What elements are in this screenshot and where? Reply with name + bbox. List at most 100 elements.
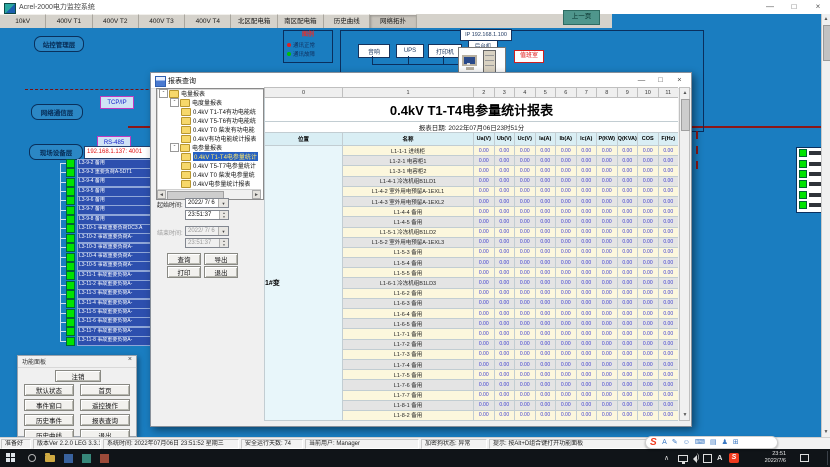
function-panel-close-icon[interactable]: × (128, 356, 132, 363)
folder-icon (181, 153, 191, 161)
function-panel-titlebar[interactable]: 功能面板 × (18, 356, 136, 368)
tree-expand-icon[interactable] (170, 143, 179, 152)
tree-item[interactable]: 0.4kV电参量统计报表 (157, 179, 261, 188)
value-cell: 0.00 (474, 329, 495, 339)
tray-volume-icon[interactable] (693, 455, 697, 463)
start-time-spinner[interactable]: 23:51:37 (185, 210, 229, 220)
pen-icon[interactable]: ✎ (672, 437, 678, 448)
device-status-indicator (66, 243, 75, 252)
tab-400V T4[interactable]: 400V T4 (185, 14, 231, 28)
tab-网络拓扑[interactable]: 网络拓扑 (370, 14, 416, 28)
tab-400V T2[interactable]: 400V T2 (93, 14, 139, 28)
tray-network-icon[interactable] (678, 455, 688, 462)
value-cell: 0.00 (494, 309, 515, 319)
value-cell: 0.00 (617, 380, 638, 390)
tree-item-label: 0.4kV T1-T4电参量统计 (193, 152, 258, 161)
row-name: L1-8-1 备用 (343, 400, 474, 410)
taskbar-search-icon[interactable] (26, 452, 38, 464)
spin-down-icon[interactable] (219, 215, 228, 219)
start-button[interactable] (6, 453, 16, 463)
panel-button-报表查询[interactable]: 报表查询 (80, 414, 130, 426)
dialog-close-button[interactable]: × (670, 73, 689, 88)
show-desktop-button[interactable] (827, 451, 828, 465)
tab-400V T3[interactable]: 400V T3 (139, 14, 185, 28)
tray-ime-indicator[interactable]: A (717, 453, 722, 462)
tray-chevron-icon[interactable]: ∧ (664, 454, 669, 463)
logout-button[interactable]: 注销 (55, 370, 101, 382)
skin-icon[interactable]: ▤ (710, 437, 717, 448)
tab-10kV[interactable]: 10kV (0, 14, 46, 28)
dropdown-icon[interactable] (218, 199, 228, 207)
scroll-down-icon[interactable] (681, 410, 689, 420)
column-number: 7 (576, 88, 597, 98)
tree-item[interactable]: 0.4kV T5-T6有功电能统 (157, 116, 261, 125)
taskbar-file-explorer-icon[interactable] (44, 452, 56, 464)
emoji-icon[interactable]: ☺ (683, 437, 690, 448)
panel-button-事件窗口[interactable]: 事件窗口 (24, 399, 74, 411)
query-button[interactable]: 查询 (167, 253, 201, 265)
scroll-thumb[interactable] (681, 99, 690, 131)
taskbar-app-icon[interactable] (98, 452, 110, 464)
row-name: L1-4-1 冷冻机组B1LD1 (343, 176, 474, 186)
panel-button-历史事件[interactable]: 历史事件 (24, 414, 74, 426)
value-cell: 0.00 (515, 196, 536, 206)
sogou-toolbar[interactable]: S A ✎ ☺ ⌨ ▤ ♟ ⊞ (645, 436, 778, 449)
tree-item[interactable]: 电参量报表 (157, 143, 261, 152)
tree-item[interactable]: 电量报表 (157, 89, 261, 98)
start-date-picker[interactable]: 2022/ 7/ 6 (185, 198, 229, 208)
table-scrollbar[interactable] (679, 87, 690, 421)
minimize-button[interactable]: — (758, 0, 782, 14)
value-cell: 0.00 (494, 288, 515, 298)
function-panel: 功能面板 × 注销 默认状态首页事件窗口遥控操作历史事件报表查询历史曲线退出 (17, 355, 137, 437)
end-date-picker[interactable]: 2022/ 7/ 6 (185, 226, 229, 236)
keyboard-icon[interactable]: ⌨ (695, 437, 705, 448)
dialog-minimize-button[interactable]: — (632, 73, 651, 88)
value-cell: 0.00 (535, 400, 556, 410)
scroll-down-icon[interactable] (822, 427, 830, 437)
value-cell: 0.00 (617, 176, 638, 186)
tab-南区配电箱[interactable]: 南区配电箱 (278, 14, 324, 28)
panel-button-遥控操作[interactable]: 遥控操作 (80, 399, 130, 411)
maximize-button[interactable]: □ (782, 0, 806, 14)
ime-letter-icon[interactable]: A (662, 437, 667, 448)
tray-notification-icon[interactable] (800, 454, 809, 462)
tray-language-icon[interactable] (703, 454, 712, 463)
taskbar-app-icon[interactable] (62, 452, 74, 464)
prev-page-button[interactable]: 上一页 (563, 10, 600, 25)
toolbox-icon[interactable]: ⊞ (733, 437, 739, 448)
panel-button-首页[interactable]: 首页 (80, 384, 130, 396)
panel-button-默认状态[interactable]: 默认状态 (24, 384, 74, 396)
scroll-right-icon[interactable] (252, 190, 261, 199)
tree-item[interactable]: 0.4kV T0 柴发电参量统 (157, 170, 261, 179)
tree-item[interactable]: 0.4kV T0 柴发有功电能 (157, 125, 261, 134)
tab-400V T1[interactable]: 400V T1 (46, 14, 92, 28)
tab-历史曲线[interactable]: 历史曲线 (324, 14, 370, 28)
export-button[interactable]: 导出 (204, 253, 238, 265)
scroll-up-icon[interactable] (681, 88, 689, 98)
end-time-spinner[interactable]: 23:51:37 (185, 238, 229, 248)
print-button[interactable]: 打印 (167, 266, 201, 278)
tray-clock[interactable]: 23:51 2022/7/6 (746, 451, 786, 465)
tree-expand-icon[interactable] (159, 89, 168, 98)
tree-item[interactable]: 0.4kV T1-T4有功电能统 (157, 107, 261, 116)
tab-北区配电箱[interactable]: 北区配电箱 (231, 14, 277, 28)
tree-item[interactable]: 0.4kV T1-T4电参量统计 (157, 152, 261, 161)
scroll-left-icon[interactable] (157, 190, 166, 199)
sogou-logo-icon[interactable]: S (650, 437, 657, 448)
value-cell: 0.00 (494, 380, 515, 390)
scroll-up-icon[interactable] (822, 14, 830, 24)
tray-sogou-icon[interactable]: S (729, 453, 739, 463)
tree-item[interactable]: 电度量报表 (157, 98, 261, 107)
device-status-indicator (799, 191, 807, 199)
taskbar-app-icon[interactable] (80, 452, 92, 464)
person-icon[interactable]: ♟ (722, 437, 728, 448)
tree-item[interactable]: 0.4kV有功电能统计报表 (157, 134, 261, 143)
scroll-thumb[interactable] (823, 25, 830, 61)
device-status-indicator (66, 290, 75, 299)
dialog-maximize-button[interactable]: □ (651, 73, 670, 88)
exit-button[interactable]: 退出 (204, 266, 238, 278)
main-scrollbar[interactable] (821, 14, 830, 437)
close-button[interactable]: × (806, 0, 830, 14)
tree-item[interactable]: 0.4kV T5-T7电参量统计 (157, 161, 261, 170)
tree-expand-icon[interactable] (170, 98, 179, 107)
